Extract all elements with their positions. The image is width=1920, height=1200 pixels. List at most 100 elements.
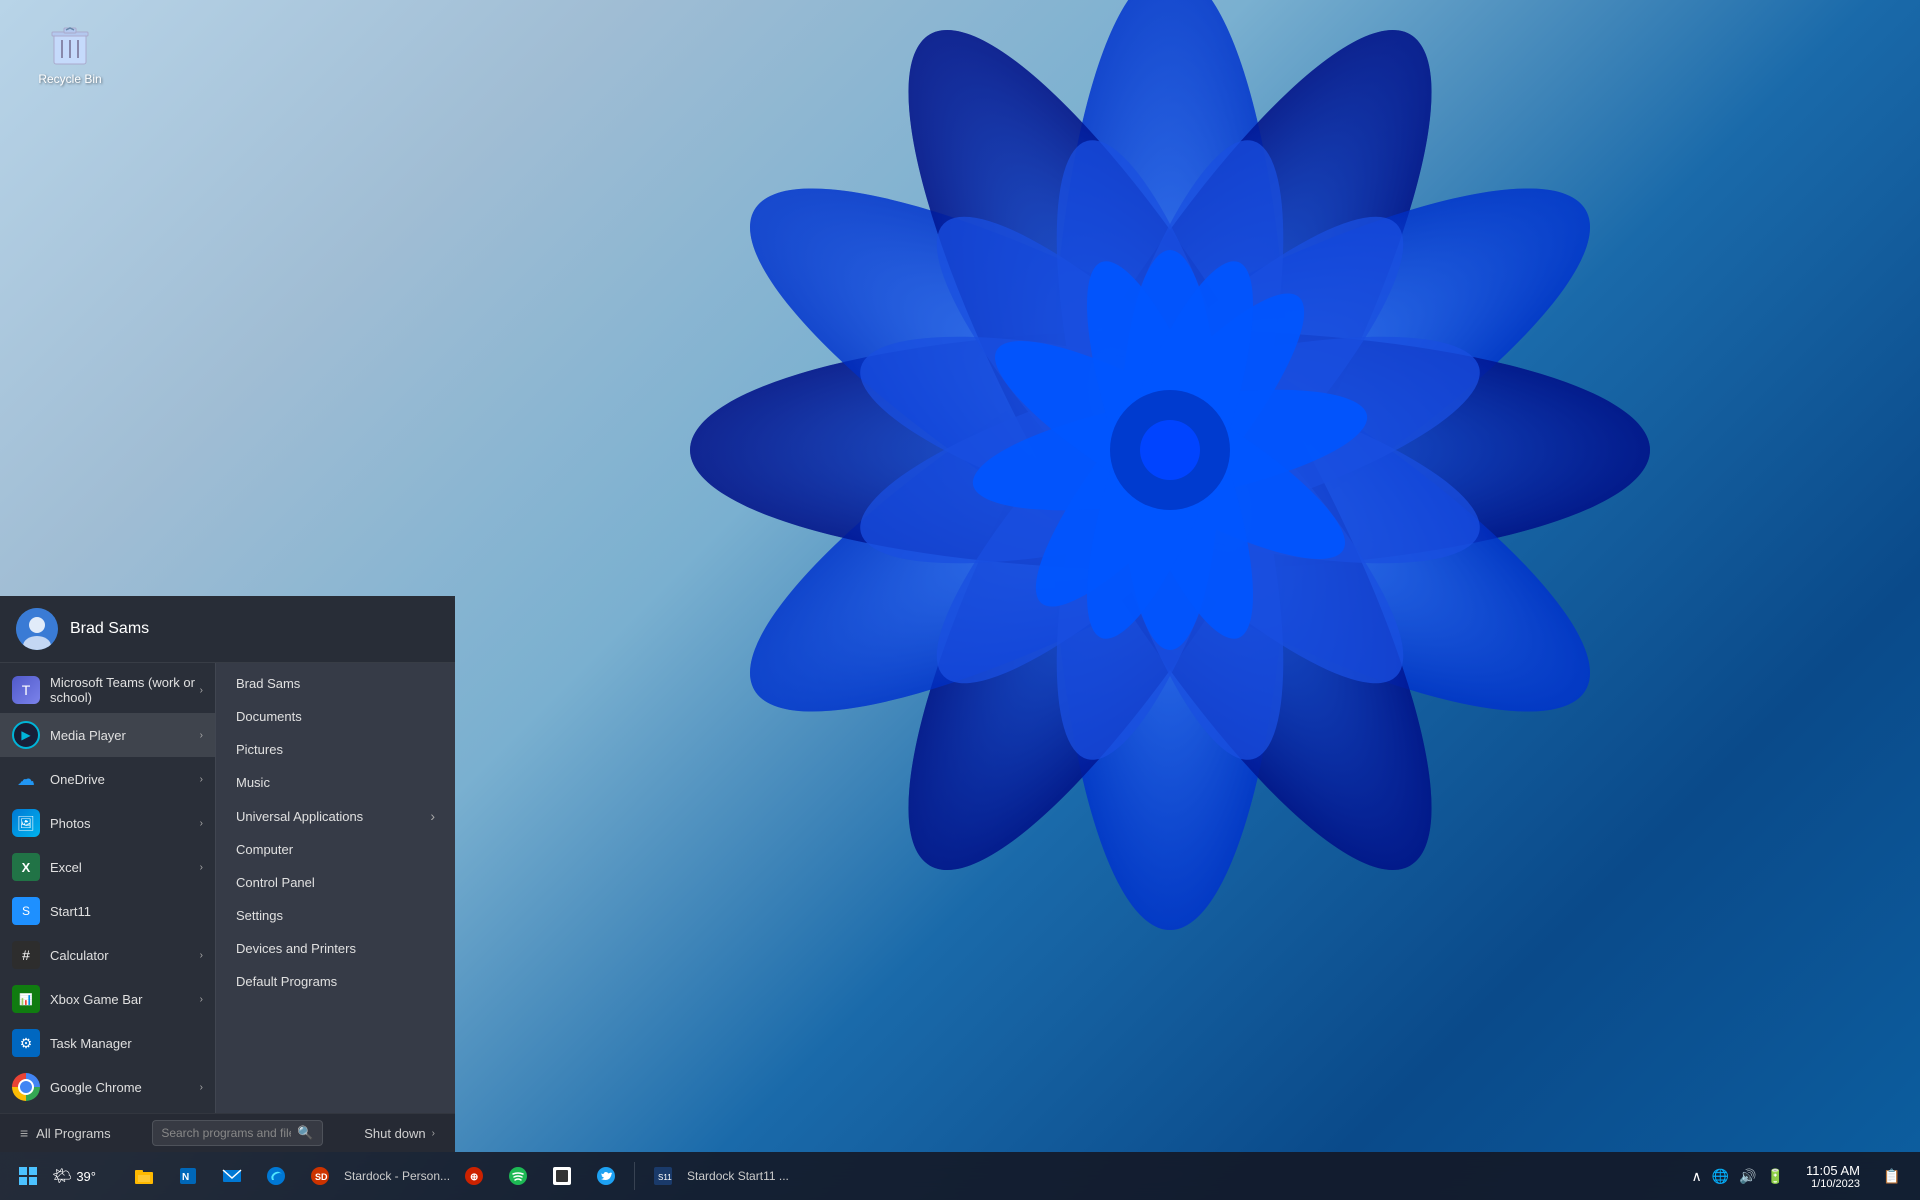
- right-item-settings[interactable]: Settings: [216, 899, 455, 932]
- left-panel: T Microsoft Teams (work or school) › ▶ M…: [0, 663, 215, 1113]
- right-item-brad-sams[interactable]: Brad Sams: [216, 667, 455, 700]
- svg-text:N: N: [182, 1172, 189, 1183]
- xboxgame-icon: 📊: [12, 985, 40, 1013]
- clock-date: 1/10/2023: [1806, 1178, 1860, 1190]
- taskmanager-label: Task Manager: [50, 1036, 203, 1051]
- menu-bottom: ≡ All Programs 🔍 Shut down ›: [0, 1113, 455, 1152]
- menu-item-google-chrome[interactable]: Google Chrome ›: [0, 1065, 215, 1109]
- shutdown-arrow: ›: [432, 1128, 435, 1139]
- taskbar-divider: [634, 1162, 635, 1190]
- search-icon: 🔍: [297, 1125, 313, 1141]
- right-item-control-panel[interactable]: Control Panel: [216, 866, 455, 899]
- right-item-music[interactable]: Music: [216, 766, 455, 799]
- shutdown-button[interactable]: Shut down ›: [356, 1122, 443, 1145]
- mail-button[interactable]: [212, 1156, 252, 1196]
- start11-label: Start11: [50, 904, 203, 919]
- right-item-default-programs[interactable]: Default Programs: [216, 965, 455, 998]
- excel-chevron: ›: [200, 862, 203, 873]
- photos-icon: 🖼: [12, 809, 40, 837]
- right-item-devices-and-printers[interactable]: Devices and Printers: [216, 932, 455, 965]
- right-panel: Brad Sams Documents Pictures Music Unive…: [215, 663, 455, 1113]
- weather-icon: 🌤: [52, 1166, 72, 1186]
- mediaplayer-label: Media Player: [50, 728, 200, 743]
- twitter-button[interactable]: [586, 1156, 626, 1196]
- menu-item-onedrive[interactable]: ☁ OneDrive ›: [0, 757, 215, 801]
- right-item-pictures[interactable]: Pictures: [216, 733, 455, 766]
- right-item-universal-applications[interactable]: Universal Applications: [216, 799, 455, 833]
- recycle-bin-label: Recycle Bin: [38, 72, 101, 86]
- tray-up-arrow[interactable]: ∧: [1689, 1166, 1703, 1187]
- menu-item-start11[interactable]: S Start11: [0, 889, 215, 933]
- search-input[interactable]: [161, 1126, 291, 1140]
- teams-chevron: ›: [200, 685, 203, 696]
- taskbar-center: N SD Stardock - Person...: [124, 1156, 789, 1196]
- shutdown-label: Shut down: [364, 1126, 425, 1141]
- start-button[interactable]: [8, 1156, 48, 1196]
- stardock-button[interactable]: SD: [300, 1156, 340, 1196]
- svg-text:SD: SD: [315, 1172, 328, 1182]
- stardock-label: Stardock - Person...: [344, 1169, 450, 1183]
- menu-item-task-manager[interactable]: ⚙ Task Manager: [0, 1021, 215, 1065]
- notion-button[interactable]: [542, 1156, 582, 1196]
- chrome-chevron: ›: [200, 1082, 203, 1093]
- recycle-bin[interactable]: Recycle Bin: [30, 20, 110, 86]
- taskbar-left: 🌤 39°: [8, 1156, 104, 1196]
- tray-battery[interactable]: 🔋: [1765, 1166, 1786, 1187]
- music-label: Music: [236, 775, 270, 790]
- xboxgame-chevron: ›: [200, 994, 203, 1005]
- xboxgame-label: Xbox Game Bar: [50, 992, 200, 1007]
- start-menu: Brad Sams T Microsoft Teams (work or sch…: [0, 596, 455, 1152]
- calculator-label: Calculator: [50, 948, 200, 963]
- photos-chevron: ›: [200, 818, 203, 829]
- right-item-documents[interactable]: Documents: [216, 700, 455, 733]
- tray-icons: ∧ 🌐 🔊 🔋: [1689, 1166, 1786, 1187]
- menu-item-xbox-game-bar[interactable]: 📊 Xbox Game Bar ›: [0, 977, 215, 1021]
- svg-text:⊕: ⊕: [470, 1172, 478, 1183]
- excel-icon: X: [12, 853, 40, 881]
- temperature: 39°: [76, 1169, 96, 1184]
- clock[interactable]: 11:05 AM 1/10/2023: [1798, 1161, 1868, 1192]
- lastpass-button[interactable]: ⊕: [454, 1156, 494, 1196]
- onedrive-label: OneDrive: [50, 772, 200, 787]
- recycle-bin-icon: [46, 20, 94, 68]
- tray-network[interactable]: 🌐: [1710, 1166, 1731, 1187]
- teams-icon: T: [12, 676, 40, 704]
- calculator-chevron: ›: [200, 950, 203, 961]
- user-header[interactable]: Brad Sams: [0, 596, 455, 663]
- taskbar: 🌤 39° N: [0, 1152, 1920, 1200]
- menu-item-photos[interactable]: 🖼 Photos ›: [0, 801, 215, 845]
- brad-sams-link-label: Brad Sams: [236, 676, 300, 691]
- search-bar[interactable]: 🔍: [152, 1120, 322, 1146]
- username-label: Brad Sams: [70, 620, 149, 638]
- all-programs-button[interactable]: ≡ All Programs: [12, 1121, 119, 1145]
- onedrive-chevron: ›: [200, 774, 203, 785]
- universal-applications-label: Universal Applications: [236, 809, 363, 824]
- control-panel-label: Control Panel: [236, 875, 315, 890]
- stardock-start11-button[interactable]: S11: [643, 1156, 683, 1196]
- pictures-label: Pictures: [236, 742, 283, 757]
- notification-icon: 📋: [1883, 1168, 1900, 1185]
- mediaplayer-chevron: ›: [200, 730, 203, 741]
- edge-button[interactable]: [256, 1156, 296, 1196]
- spotify-button[interactable]: [498, 1156, 538, 1196]
- devices-printers-label: Devices and Printers: [236, 941, 356, 956]
- photos-label: Photos: [50, 816, 200, 831]
- notification-button[interactable]: 📋: [1872, 1156, 1912, 1196]
- onedrive-icon: ☁: [12, 765, 40, 793]
- weather-widget[interactable]: 🌤 39°: [52, 1166, 96, 1186]
- all-programs-icon: ≡: [20, 1125, 28, 1141]
- taskbar-right: ∧ 🌐 🔊 🔋 11:05 AM 1/10/2023 📋: [1689, 1156, 1912, 1196]
- clock-time: 11:05 AM: [1806, 1163, 1860, 1178]
- default-programs-label: Default Programs: [236, 974, 337, 989]
- right-item-computer[interactable]: Computer: [216, 833, 455, 866]
- file-explorer-button[interactable]: [124, 1156, 164, 1196]
- calculator-icon: #: [12, 941, 40, 969]
- menu-item-excel[interactable]: X Excel ›: [0, 845, 215, 889]
- chrome-label: Google Chrome: [50, 1080, 200, 1095]
- news-button[interactable]: N: [168, 1156, 208, 1196]
- menu-item-calculator[interactable]: # Calculator ›: [0, 933, 215, 977]
- menu-item-microsoft-teams[interactable]: T Microsoft Teams (work or school) ›: [0, 667, 215, 713]
- tray-sound[interactable]: 🔊: [1737, 1166, 1758, 1187]
- menu-item-media-player[interactable]: ▶ Media Player ›: [0, 713, 215, 757]
- mediaplayer-icon: ▶: [12, 721, 40, 749]
